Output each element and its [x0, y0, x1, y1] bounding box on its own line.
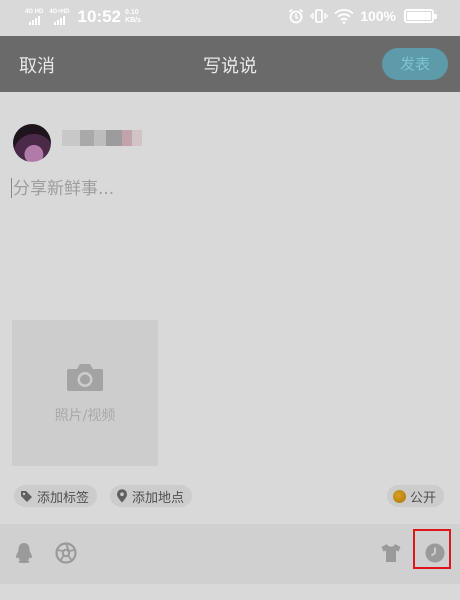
- visibility-button[interactable]: 公开: [386, 485, 444, 507]
- status-bar: 4G HD 4G+HD 10:52 0.10 KB/s 100%: [0, 0, 460, 36]
- add-tag-button[interactable]: 添加标签: [14, 485, 98, 507]
- location-pin-icon: [117, 489, 127, 503]
- tshirt-icon[interactable]: [380, 542, 402, 564]
- add-location-label: 添加地点: [132, 490, 185, 506]
- tag-icon: [21, 490, 32, 502]
- camera-icon: [67, 364, 103, 391]
- text-caret: [11, 178, 12, 198]
- battery-icon: [404, 9, 437, 23]
- network-label: 4G HD: [25, 9, 44, 15]
- signal-icon: 4G HD: [25, 9, 43, 25]
- add-location-button[interactable]: 添加地点: [110, 485, 193, 507]
- speed-value: 0.10: [125, 9, 139, 16]
- compose-placeholder: 分享新鲜事...: [13, 179, 115, 199]
- add-media-button[interactable]: 照片/视频: [12, 320, 158, 466]
- signal-icon-2: 4G+HD: [49, 9, 70, 25]
- compose-input[interactable]: 分享新鲜事...: [11, 174, 114, 199]
- status-right: 100%: [288, 8, 437, 24]
- username-blurred: [62, 130, 142, 146]
- clock-time: 10:52: [77, 7, 122, 26]
- alarm-icon: [289, 8, 304, 24]
- battery-percent: 100%: [360, 8, 396, 24]
- bottom-toolbar: [0, 524, 460, 584]
- visibility-label: 公开: [409, 490, 436, 506]
- wifi-icon: [334, 9, 354, 24]
- media-label: 照片/视频: [54, 408, 116, 424]
- net-speed: 0.10 KB/s: [125, 9, 141, 25]
- qq-penguin-icon[interactable]: [13, 542, 35, 564]
- network-label-2: 4G+HD: [49, 9, 70, 15]
- speed-unit: KB/s: [125, 17, 141, 24]
- add-tag-label: 添加标签: [37, 490, 90, 506]
- compose-area: 分享新鲜事... 照片/视频 添加标签 添加地点 公开: [0, 92, 460, 524]
- shutter-icon[interactable]: [55, 542, 77, 564]
- public-globe-icon: [392, 489, 406, 503]
- avatar[interactable]: [13, 124, 51, 162]
- highlight-box: [413, 529, 451, 569]
- nav-bar: 取消 写说说 发表: [0, 36, 460, 92]
- status-left: 4G HD 4G+HD 10:52 0.10 KB/s: [25, 7, 141, 27]
- vibrate-icon: [310, 9, 328, 23]
- publish-button[interactable]: 发表: [382, 48, 448, 80]
- bottom-strip: [0, 584, 460, 600]
